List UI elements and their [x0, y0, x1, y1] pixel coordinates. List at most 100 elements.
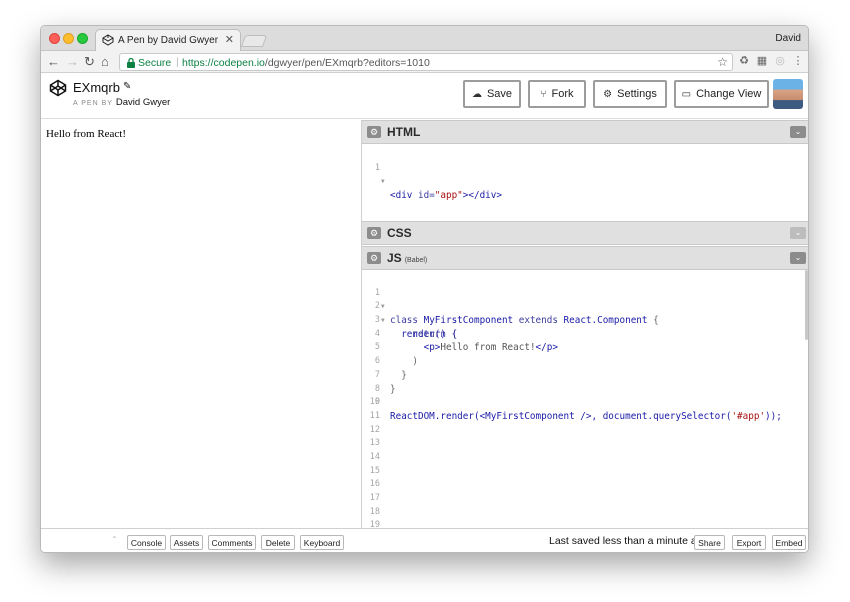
browser-tab[interactable]: A Pen by David Gwyer ✕ [95, 29, 241, 51]
fork-icon: ⑂ [540, 88, 547, 100]
edit-pencil-icon[interactable]: ✎ [123, 81, 131, 92]
js-editor-title: JS (Babel) [387, 251, 428, 265]
extension-grid-icon[interactable]: ▦ [756, 55, 768, 67]
byline: A PEN BY David Gwyer [73, 97, 170, 108]
js-collapse-chevron-icon[interactable]: ⌄ [790, 252, 806, 264]
author-link[interactable]: David Gwyer [116, 97, 170, 108]
code-line: 12 [362, 424, 808, 438]
user-avatar[interactable] [773, 79, 803, 109]
settings-label: Settings [617, 88, 657, 100]
change-view-label: Change View [696, 88, 762, 100]
js-editor-header: ⚙ JS (Babel) ⌄ [362, 246, 808, 270]
code-line: 11 [362, 410, 808, 424]
css-collapse-chevron-icon[interactable]: ⌄ [790, 227, 806, 239]
extension-disabled-icon[interactable]: ◎ [774, 55, 786, 67]
code-line: 10 [362, 396, 808, 410]
code-line: 8 [362, 369, 808, 394]
html-settings-gear-icon[interactable]: ⚙ [367, 126, 381, 138]
settings-button[interactable]: ⚙ Settings [593, 80, 667, 108]
delete-button[interactable]: Delete [261, 535, 295, 550]
line-number: 12 [369, 424, 380, 435]
editors-column: ⚙ HTML ⌄ 1 ▼ <div id="app"></div> ⚙ CSS … [362, 120, 808, 552]
profile-name[interactable]: David [775, 33, 801, 44]
tab-close-icon[interactable]: ✕ [225, 33, 234, 46]
codepen-header: EXmqrb ✎ A PEN BY David Gwyer ☁ Save ⑂ Fo… [41, 74, 808, 119]
forward-arrow-icon[interactable]: → [66, 54, 79, 70]
assets-button[interactable]: Assets [170, 535, 203, 550]
pen-title[interactable]: EXmqrb [73, 80, 120, 95]
result-output-text: Hello from React! [46, 128, 127, 140]
export-button[interactable]: Export [732, 535, 766, 550]
console-button[interactable]: Console [127, 535, 166, 550]
html-collapse-chevron-icon[interactable]: ⌄ [790, 126, 806, 138]
css-settings-gear-icon[interactable]: ⚙ [367, 227, 381, 239]
js-editor-scrollbar[interactable] [805, 270, 808, 340]
line-number: 14 [369, 451, 380, 462]
css-editor-title: CSS [387, 226, 412, 240]
tab-bar: A Pen by David Gwyer ✕ David [41, 26, 808, 51]
line-number: 10 [369, 397, 380, 408]
bookmark-star-icon[interactable]: ☆ [717, 55, 728, 69]
code-line: 6 } [362, 341, 808, 381]
fold-arrow-icon[interactable]: ▼ [381, 175, 385, 189]
line-number: 16 [369, 479, 380, 490]
url-separator: | [176, 56, 179, 68]
close-window-button[interactable] [49, 33, 60, 44]
code-line: 18 [362, 506, 808, 520]
js-code-area[interactable]: 1 ▼ class MyFirstComponent extends React… [362, 273, 808, 552]
codepen-favicon-icon [102, 34, 114, 46]
url-scheme: https:// [182, 57, 214, 69]
maximize-window-button[interactable] [77, 33, 88, 44]
keyboard-button[interactable]: Keyboard [300, 535, 344, 550]
tab-title: A Pen by David Gwyer [118, 35, 219, 46]
css-editor-header: ⚙ CSS ⌄ [362, 221, 808, 245]
layout-icon: ▭ [681, 88, 692, 100]
reload-icon[interactable]: ↻ [84, 54, 95, 70]
byline-prefix: A PEN BY [73, 100, 113, 107]
new-tab-button[interactable] [240, 35, 268, 47]
codepen-logo-icon[interactable] [49, 79, 67, 97]
code-line: 1 ▼ class MyFirstComponent extends React… [362, 273, 808, 326]
url-text: https://codepen.io/dgwyer/pen/EXmqrb?edi… [182, 57, 430, 69]
change-view-button[interactable]: ▭ Change View [674, 80, 769, 108]
line-number: 17 [369, 493, 380, 503]
back-arrow-icon[interactable]: ← [47, 54, 60, 70]
comments-button[interactable]: Comments [208, 535, 256, 550]
line-number: 11 [369, 410, 380, 421]
line-number: 18 [369, 506, 380, 517]
secure-label: Secure [138, 57, 172, 69]
code-text: <div id="app"></div> [390, 190, 502, 202]
cloud-icon: ☁ [471, 88, 482, 100]
code-line: 3 return ( [362, 300, 808, 340]
js-settings-gear-icon[interactable]: ⚙ [367, 252, 381, 264]
url-host: codepen.io [213, 57, 265, 69]
code-line: 13 [362, 437, 808, 451]
code-line: 7 } [362, 355, 808, 395]
browser-menu-icon[interactable]: ⋮ [792, 55, 804, 67]
code-line: 4 <p>Hello from React!</p> [362, 314, 808, 354]
lock-icon [127, 57, 135, 68]
save-button[interactable]: ☁ Save [463, 80, 521, 108]
fork-button[interactable]: ⑂ Fork [528, 80, 586, 108]
footer-collapse-icon[interactable]: ⌃ [111, 535, 118, 544]
line-number: 13 [369, 438, 380, 449]
extension-recycle-icon[interactable]: ♻ [738, 55, 750, 67]
home-icon[interactable]: ⌂ [101, 54, 109, 70]
share-button[interactable]: Share [694, 535, 725, 550]
js-preprocessor-label: (Babel) [404, 257, 428, 264]
last-saved-status: Last saved less than a minute ago [549, 535, 709, 547]
address-bar: ← → ↻ ⌂ Secure | https://codepen.io/dgwy… [41, 51, 808, 73]
html-editor-header: ⚙ HTML ⌄ [362, 120, 808, 144]
code-line: 14 [362, 451, 808, 465]
url-input[interactable]: Secure | https://codepen.io/dgwyer/pen/E… [119, 53, 733, 71]
line-number: 1 [374, 162, 380, 173]
code-line: 1 ▼ <div id="app"></div> [362, 148, 808, 201]
fork-label: Fork [551, 88, 574, 100]
line-number: 15 [369, 465, 380, 476]
codepen-footer: ⌃ Console Assets Comments Delete Keyboar… [41, 528, 808, 552]
html-editor-title: HTML [387, 125, 421, 139]
minimize-window-button[interactable] [63, 33, 74, 44]
code-line: 15 [362, 465, 808, 479]
embed-button[interactable]: Embed [772, 535, 806, 550]
html-code-area[interactable]: 1 ▼ <div id="app"></div> [362, 148, 808, 201]
